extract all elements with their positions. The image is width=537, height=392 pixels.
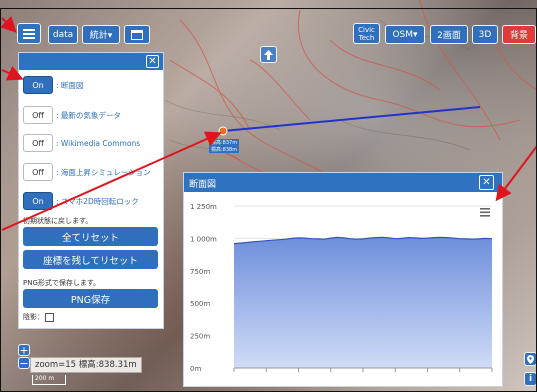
reset-keep-coords-button[interactable]: 座標を残してリセット bbox=[23, 250, 158, 269]
y-tick-label: 1 250m bbox=[190, 203, 217, 211]
reset-note: 初期状態に戻します。 bbox=[23, 217, 93, 225]
panel-close-button[interactable]: ✕ bbox=[146, 55, 159, 68]
hamburger-icon bbox=[23, 28, 35, 39]
sea-level-toggle[interactable]: Off bbox=[23, 163, 53, 181]
chart-title: 断面図 bbox=[189, 180, 217, 190]
chart-close-button[interactable]: ✕ bbox=[479, 175, 494, 190]
calendar-button[interactable] bbox=[124, 25, 150, 44]
civic-label-1: Civic bbox=[358, 25, 375, 34]
panel-header: ✕ bbox=[19, 53, 163, 70]
reset-all-button[interactable]: 全てリセット bbox=[23, 227, 158, 246]
zoom-in-button[interactable]: + bbox=[18, 344, 30, 357]
profile-chart-panel: 断面図 ✕ 0m 250m 500m 750m 1 000m 1 250m bbox=[183, 172, 503, 387]
shadow-row: 陰影： bbox=[23, 312, 54, 322]
point-label-1: 標高:837m bbox=[209, 139, 240, 146]
rotation-lock-toggle-label: : スマホ2D時回転ロック bbox=[56, 196, 139, 206]
y-tick-label: 0m bbox=[190, 365, 201, 373]
app-window: data 統計▾ Civic Tech OSM▾ 2画面 3D 背景 標高:83… bbox=[0, 0, 537, 392]
point-label-2: 標高:838m bbox=[209, 146, 240, 153]
background-button[interactable]: 背景 bbox=[502, 25, 536, 44]
scale-bar: 200 m bbox=[32, 375, 66, 385]
profile-toggle[interactable]: On bbox=[23, 76, 53, 94]
toggle-row-wikimedia: Off : Wikimedia Commons bbox=[23, 132, 140, 154]
sea-level-toggle-label: : 海面上昇シミュレーション bbox=[56, 167, 151, 177]
png-save-button[interactable]: PNG保存 bbox=[23, 289, 158, 308]
calendar-icon bbox=[131, 30, 143, 40]
toggle-row-weather: Off : 最新の気象データ bbox=[23, 104, 121, 126]
png-note: PNG形式で保存します。 bbox=[23, 279, 101, 287]
rotation-lock-toggle[interactable]: On bbox=[23, 192, 53, 210]
y-tick-label: 750m bbox=[190, 268, 210, 276]
osm-button[interactable]: OSM▾ bbox=[385, 25, 425, 44]
shadow-checkbox[interactable] bbox=[45, 312, 54, 322]
y-tick-label: 1 000m bbox=[190, 235, 217, 243]
scale-label: 200 m bbox=[35, 375, 55, 382]
profile-toggle-label: : 断面図 bbox=[56, 80, 84, 90]
menu-button[interactable] bbox=[17, 23, 41, 44]
weather-toggle[interactable]: Off bbox=[23, 106, 53, 124]
toggle-row-sea-level: Off : 海面上昇シミュレーション bbox=[23, 161, 151, 183]
upload-button[interactable] bbox=[260, 46, 277, 63]
civic-tech-button[interactable]: Civic Tech bbox=[353, 23, 380, 44]
civic-label-2: Tech bbox=[358, 33, 375, 42]
weather-toggle-label: : 最新の気象データ bbox=[56, 110, 121, 120]
toggle-row-profile: On : 断面図 bbox=[23, 74, 83, 96]
y-tick-label: 250m bbox=[190, 333, 210, 341]
settings-panel: ✕ On : 断面図 Off : 最新の気象データ Off : Wikimedi… bbox=[18, 52, 164, 329]
profile-area bbox=[234, 237, 492, 368]
info-icon: i bbox=[528, 374, 533, 384]
zoom-out-button[interactable]: − bbox=[18, 357, 30, 370]
profile-chart: 0m 250m 500m 750m 1 000m 1 250m bbox=[190, 203, 493, 373]
upload-icon bbox=[264, 49, 273, 60]
chart-header: 断面図 ✕ bbox=[184, 173, 502, 192]
status-bar: zoom=15 標高:838.31m bbox=[30, 357, 142, 373]
split-screen-button[interactable]: 2画面 bbox=[430, 25, 468, 44]
location-pin-icon bbox=[527, 354, 534, 364]
shadow-label: 陰影： bbox=[23, 313, 44, 321]
data-button[interactable]: data bbox=[48, 25, 78, 44]
stats-button[interactable]: 統計▾ bbox=[82, 25, 120, 44]
info-button[interactable]: i bbox=[524, 372, 537, 386]
wikimedia-toggle-label: : Wikimedia Commons bbox=[56, 138, 141, 148]
y-tick-label: 500m bbox=[190, 300, 210, 308]
locate-button[interactable] bbox=[524, 352, 537, 366]
3d-button[interactable]: 3D bbox=[472, 25, 498, 44]
wikimedia-toggle[interactable]: Off bbox=[23, 134, 53, 152]
toggle-row-rotation-lock: On : スマホ2D時回転ロック bbox=[23, 190, 139, 212]
